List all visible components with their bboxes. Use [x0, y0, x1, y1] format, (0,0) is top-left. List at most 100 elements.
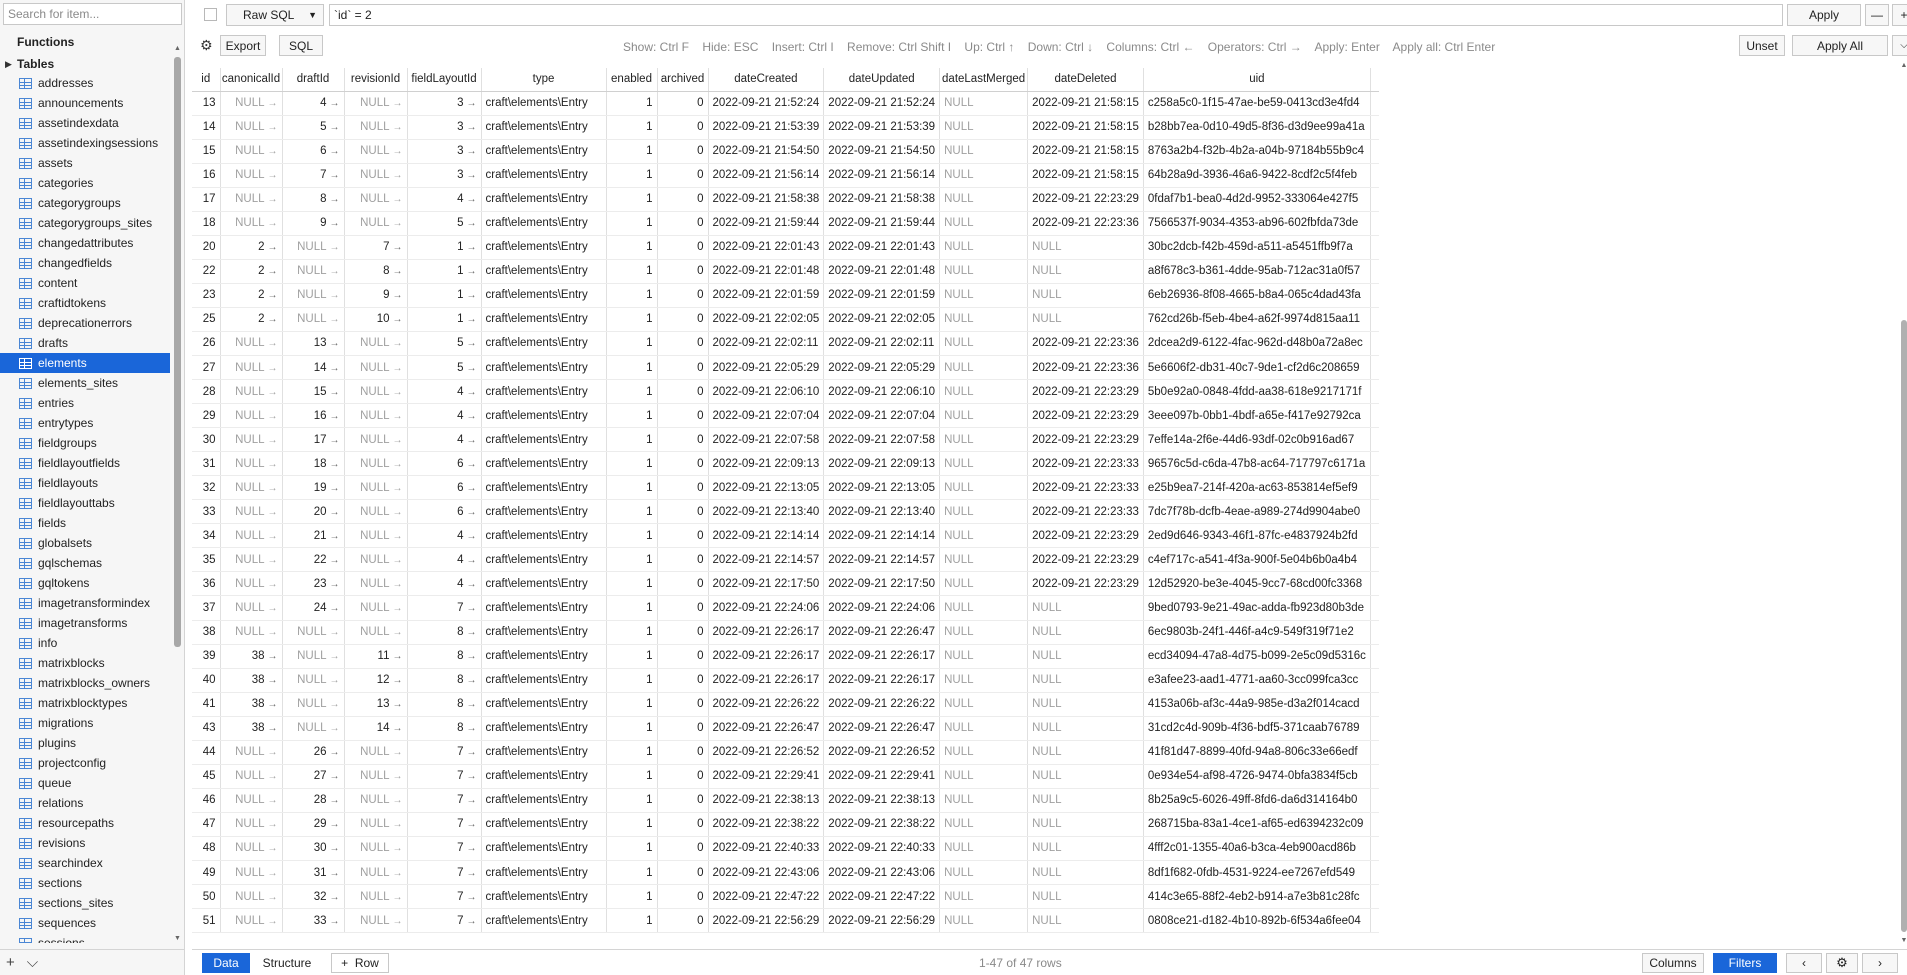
table-cell[interactable]: 0 — [657, 523, 709, 549]
table-cell[interactable]: 14 — [192, 115, 221, 140]
table-cell[interactable]: 0 — [657, 764, 709, 789]
table-cell[interactable]: 1 — [606, 355, 658, 381]
foreign-key-arrow-icon[interactable]: → — [330, 531, 340, 542]
table-cell[interactable]: 0 — [657, 403, 709, 429]
sidebar-table-item[interactable]: fields — [0, 513, 170, 533]
table-cell[interactable]: NULL — [939, 764, 1029, 789]
foreign-key-arrow-icon[interactable]: → — [268, 122, 278, 133]
sidebar-table-item[interactable]: addresses — [0, 73, 170, 93]
sidebar-table-item[interactable]: revisions — [0, 833, 170, 853]
table-cell[interactable]: 2022-09-21 22:38:13 — [823, 788, 941, 813]
table-cell[interactable]: NULL — [939, 187, 1029, 212]
foreign-key-arrow-icon[interactable]: → — [268, 555, 278, 566]
table-cell[interactable]: 0 — [657, 836, 709, 862]
table-cell[interactable]: 1 — [606, 764, 658, 789]
table-cell[interactable]: NULL → — [220, 331, 283, 357]
table-cell[interactable]: 2022-09-21 22:23:29 — [1027, 547, 1144, 573]
foreign-key-arrow-icon[interactable]: → — [467, 723, 477, 734]
table-cell[interactable]: NULL — [939, 836, 1029, 862]
table-cell[interactable]: 0 — [657, 427, 709, 453]
table-cell[interactable]: 18 → — [282, 451, 345, 477]
table-cell[interactable]: 0 — [657, 668, 709, 693]
table-cell[interactable]: 2022-09-21 22:38:13 — [708, 788, 825, 813]
table-cell[interactable]: 8763a2b4-f32b-4b2a-a04b-97184b55b9c4 — [1143, 139, 1371, 164]
table-cell[interactable]: 2022-09-21 22:23:29 — [1027, 427, 1144, 453]
table-cell[interactable]: 39 — [192, 644, 221, 669]
table-cell[interactable]: 2022-09-21 22:23:33 — [1027, 499, 1144, 525]
remove-filter-button[interactable]: — — [1865, 4, 1889, 26]
table-cell[interactable]: ecd34094-47a8-4d75-b099-2e5c09d5316c — [1143, 644, 1371, 669]
table-cell[interactable]: 22 → — [282, 547, 345, 573]
table-cell[interactable]: NULL → — [344, 451, 408, 477]
table-cell[interactable]: 2022-09-21 22:26:17 — [823, 644, 941, 669]
table-cell[interactable]: NULL — [939, 235, 1029, 260]
column-header[interactable]: dateCreated — [708, 68, 825, 92]
table-cell[interactable]: 2022-09-21 22:43:06 — [708, 860, 825, 886]
table-cell[interactable]: NULL — [1027, 259, 1144, 284]
sidebar-table-item[interactable]: relations — [0, 793, 170, 813]
table-cell[interactable]: 2022-09-21 22:40:33 — [823, 836, 941, 862]
table-cell[interactable]: 0 — [657, 475, 709, 501]
table-cell[interactable]: 2022-09-21 22:05:29 — [708, 355, 825, 381]
table-cell[interactable]: craft\elements\Entry — [481, 716, 607, 741]
foreign-key-arrow-icon[interactable]: → — [393, 387, 403, 398]
table-cell[interactable]: 1 — [606, 620, 658, 645]
table-cell[interactable]: 7 → — [407, 595, 482, 621]
foreign-key-arrow-icon[interactable]: → — [393, 771, 403, 782]
table-cell[interactable]: 26 → — [282, 740, 345, 765]
table-cell[interactable]: NULL → — [344, 764, 408, 789]
table-cell[interactable]: 0 — [657, 451, 709, 477]
foreign-key-arrow-icon[interactable]: → — [467, 218, 477, 229]
sidebar-table-item[interactable]: changedfields — [0, 253, 170, 273]
filter-mode-select[interactable]: Raw SQL ▼ — [226, 4, 324, 26]
foreign-key-arrow-icon[interactable]: → — [393, 579, 403, 590]
tab-data[interactable]: Data — [202, 953, 250, 973]
foreign-key-arrow-icon[interactable]: → — [330, 314, 340, 325]
table-cell[interactable]: craft\elements\Entry — [481, 740, 607, 765]
table-cell[interactable]: NULL — [939, 91, 1029, 116]
table-cell[interactable]: NULL — [1027, 812, 1144, 837]
table-cell[interactable]: NULL — [1027, 884, 1144, 910]
table-cell[interactable]: 20 → — [282, 499, 345, 525]
foreign-key-arrow-icon[interactable]: → — [268, 242, 278, 253]
table-cell[interactable]: 2022-09-21 22:23:29 — [1027, 523, 1144, 549]
foreign-key-arrow-icon[interactable]: → — [393, 507, 403, 518]
table-cell[interactable]: 37 — [192, 595, 221, 621]
table-cell[interactable]: 7566537f-9034-4353-ab96-602fbfda73de — [1143, 211, 1371, 236]
table-cell[interactable]: NULL → — [220, 595, 283, 621]
table-cell[interactable]: NULL → — [220, 523, 283, 549]
table-cell[interactable]: 1 — [606, 115, 658, 140]
foreign-key-arrow-icon[interactable]: → — [330, 218, 340, 229]
foreign-key-arrow-icon[interactable]: → — [393, 170, 403, 181]
table-row[interactable]: 35 NULL → 22 → NULL → 4 → craft\elements\Entry 1 0 2… — [192, 547, 1379, 573]
sidebar-table-item[interactable]: gqlschemas — [0, 553, 170, 573]
table-cell[interactable]: 47 — [192, 812, 221, 837]
table-cell[interactable]: 0 — [657, 884, 709, 910]
section-functions[interactable]: Functions — [17, 35, 74, 49]
table-cell[interactable]: NULL — [939, 211, 1029, 236]
next-page-button[interactable]: › — [1862, 953, 1898, 973]
foreign-key-arrow-icon[interactable]: → — [268, 868, 278, 879]
table-cell[interactable]: 762cd26b-f5eb-4be4-a62f-9974d815aa11 — [1143, 307, 1371, 332]
table-cell[interactable]: 38 → — [220, 716, 283, 741]
table-cell[interactable]: 1 — [606, 668, 658, 693]
foreign-key-arrow-icon[interactable]: → — [393, 266, 403, 277]
foreign-key-arrow-icon[interactable]: → — [330, 868, 340, 879]
scroll-up-icon[interactable]: ▲ — [1899, 62, 1907, 69]
table-cell[interactable]: 0808ce21-d182-4b10-892b-6f534a6fee04 — [1143, 908, 1371, 934]
table-cell[interactable]: 3eee097b-0bb1-4bdf-a65e-f417e92792ca — [1143, 403, 1371, 429]
foreign-key-arrow-icon[interactable]: → — [268, 435, 278, 446]
foreign-key-arrow-icon[interactable]: → — [393, 747, 403, 758]
table-cell[interactable]: 1 — [606, 307, 658, 332]
foreign-key-arrow-icon[interactable]: → — [268, 916, 278, 927]
table-row[interactable]: 37 NULL → 24 → NULL → 7 → craft\elements\Entry 1 0 2… — [192, 595, 1379, 621]
table-cell[interactable]: 0 — [657, 644, 709, 669]
table-cell[interactable]: 1 → — [407, 259, 482, 284]
foreign-key-arrow-icon[interactable]: → — [330, 892, 340, 903]
table-cell[interactable]: NULL → — [220, 403, 283, 429]
table-cell[interactable]: 16 — [192, 163, 221, 188]
table-cell[interactable]: 2022-09-21 22:23:36 — [1027, 211, 1144, 236]
foreign-key-arrow-icon[interactable]: → — [330, 98, 340, 109]
foreign-key-arrow-icon[interactable]: → — [330, 843, 340, 854]
foreign-key-arrow-icon[interactable]: → — [268, 795, 278, 806]
